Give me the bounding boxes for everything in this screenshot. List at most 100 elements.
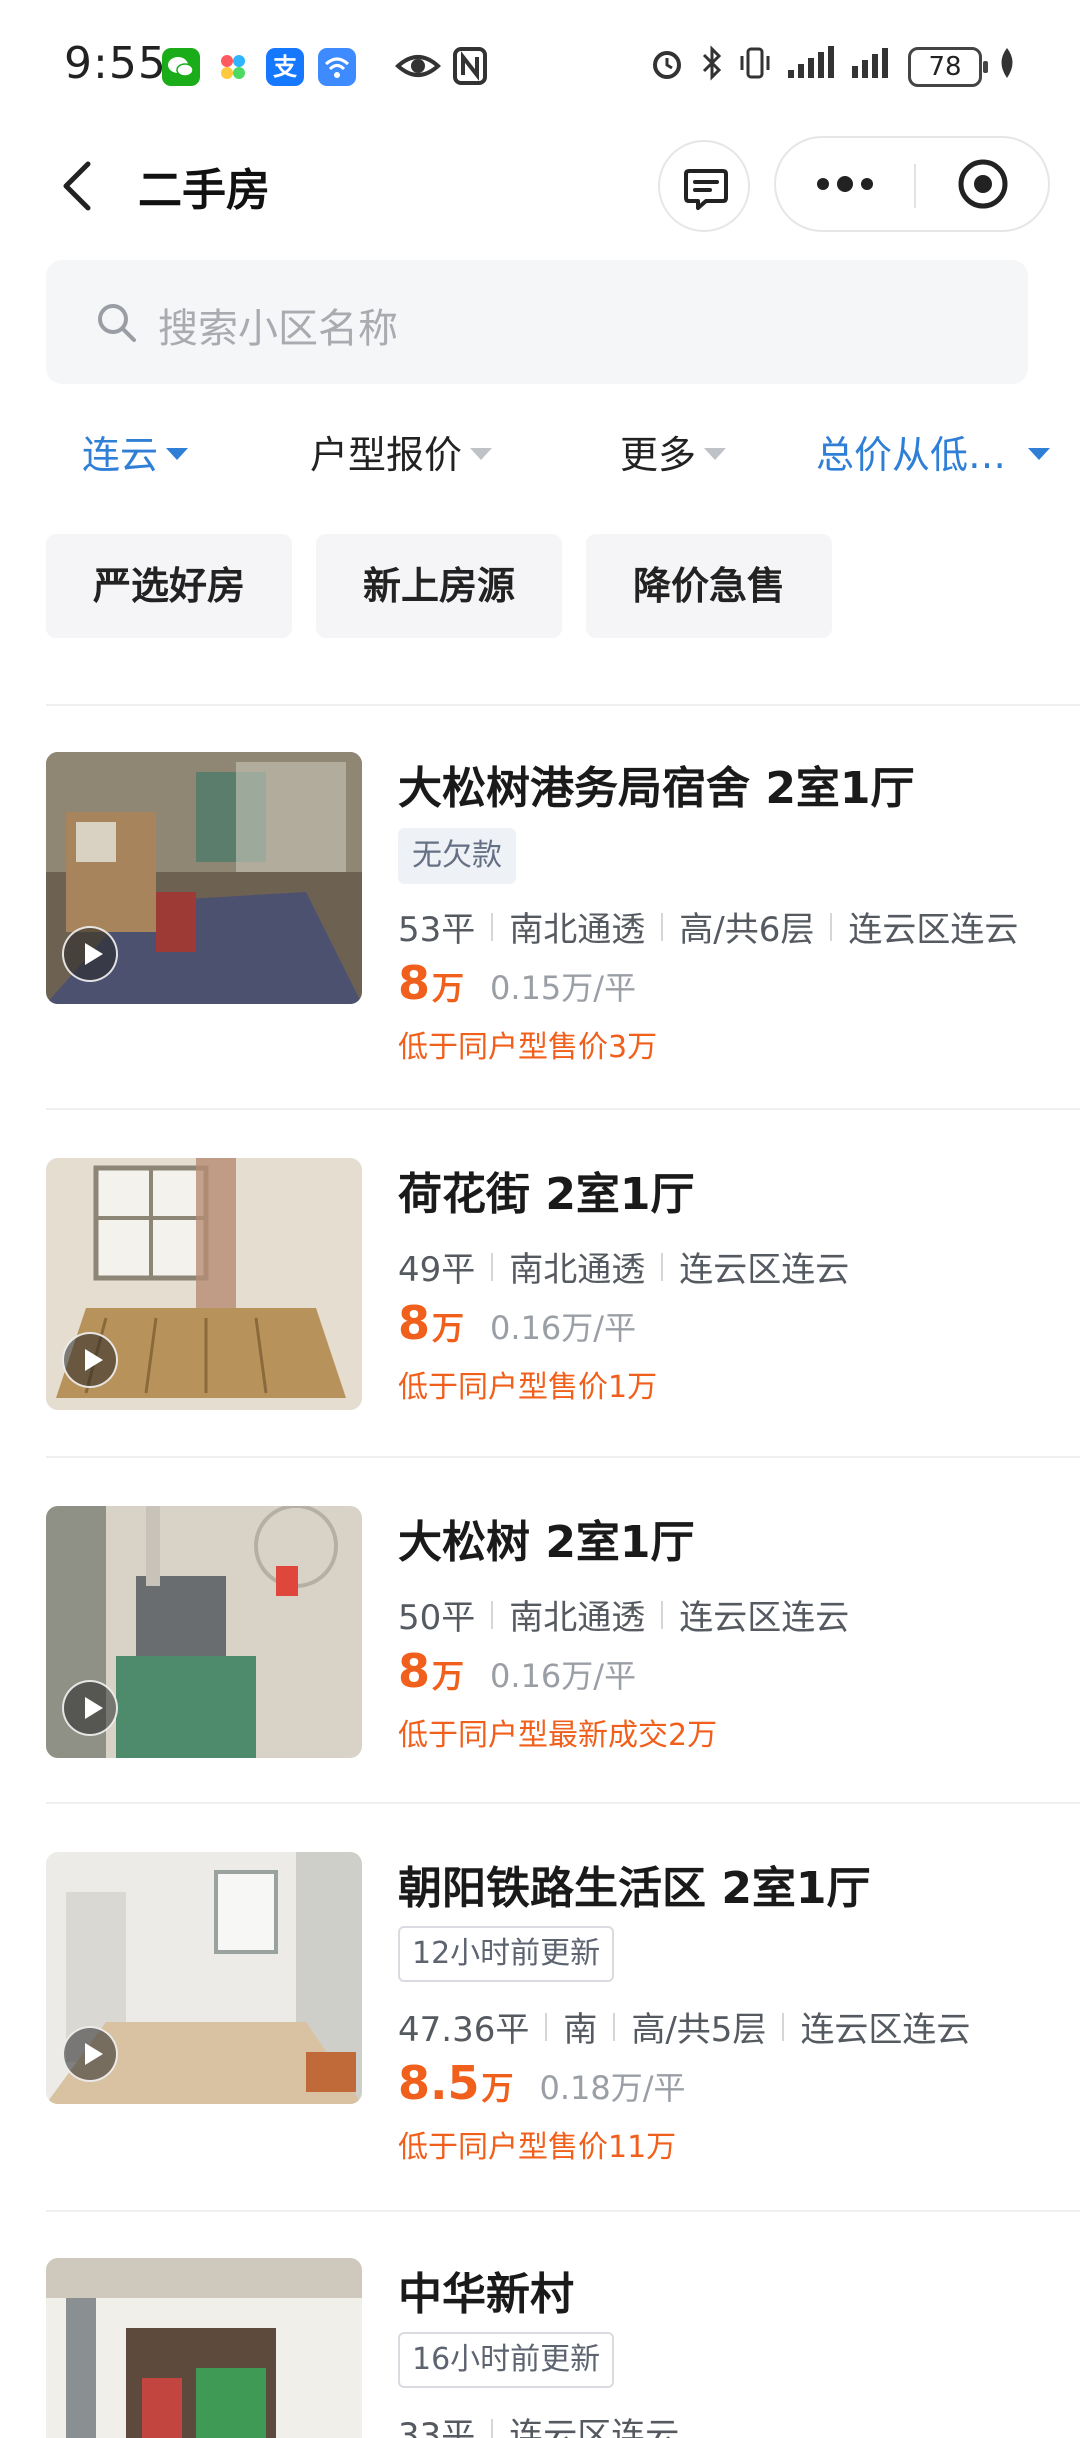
listing-location: 连云区连云	[679, 1250, 850, 1290]
price-note: 低于同户型最新成交2万	[398, 1718, 718, 1753]
price-unit: 万	[481, 2069, 514, 2107]
price-note: 低于同户型售价11万	[398, 2130, 677, 2165]
divider	[46, 1456, 1080, 1458]
page-header: 二手房	[0, 130, 1080, 240]
page-title: 二手房	[138, 165, 270, 216]
filter-tab-sort[interactable]: 总价从低…	[816, 424, 1051, 479]
listing-orientation: 南	[563, 2010, 598, 2050]
chip-new-listings[interactable]: 新上房源	[316, 534, 562, 638]
price-value: 8	[398, 956, 431, 1010]
listing-tag: 无欠款	[398, 828, 516, 884]
play-icon[interactable]	[62, 1332, 118, 1388]
price-value: 8	[398, 1644, 431, 1698]
nfc-icon	[452, 46, 488, 90]
message-icon	[684, 169, 728, 210]
listing-card[interactable]: 朝阳铁路生活区 2室1厅 12小时前更新 47.36平 南 高/共5层 连云区连…	[0, 1852, 1080, 2165]
chip-selected-homes[interactable]: 严选好房	[46, 534, 292, 638]
status-right-group: 78	[648, 44, 1018, 90]
wifi-app-icon	[318, 48, 356, 86]
listing-location: 连云区连云	[679, 1598, 850, 1638]
more-menu-button[interactable]	[776, 138, 914, 230]
listing-location: 连云区连云	[848, 910, 1019, 950]
play-icon[interactable]	[62, 926, 118, 982]
play-icon[interactable]	[62, 1680, 118, 1736]
listing-photo	[46, 1506, 362, 1758]
listing-title: 中华新村	[398, 2269, 574, 2320]
listing-meta: 49平 南北通透 连云区连云	[398, 1242, 849, 1291]
listing-area: 33平	[398, 2416, 476, 2438]
listing-meta: 50平 南北通透 连云区连云	[398, 1590, 849, 1639]
filter-tab-district[interactable]: 连云	[82, 424, 189, 479]
price-note: 低于同户型售价3万	[398, 1030, 658, 1065]
back-button[interactable]	[50, 150, 110, 220]
listing-card[interactable]: 大松树 2室1厅 50平 南北通透 连云区连云 8 万 0.16万/平 低于同户…	[0, 1506, 1080, 1766]
listing-orientation: 南北通透	[509, 1598, 646, 1638]
chevron-left-icon	[63, 161, 91, 211]
listing-orientation: 南北通透	[509, 1250, 646, 1290]
quick-filter-chips: 严选好房 新上房源 降价急售	[46, 534, 832, 638]
filter-tab-label: 总价从低…	[816, 433, 1007, 477]
unit-price: 0.18万/平	[539, 2069, 686, 2107]
listing-floor: 高/共5层	[631, 2010, 767, 2050]
message-button[interactable]	[658, 140, 750, 232]
update-time-tag: 16小时前更新	[398, 2332, 615, 2388]
price-note: 低于同户型售价1万	[398, 1370, 658, 1405]
filter-tab-label: 更多	[620, 433, 697, 477]
listing-photo	[46, 752, 362, 1004]
caret-down-icon	[704, 447, 727, 460]
battery-indicator: 78	[908, 47, 988, 87]
play-icon[interactable]	[62, 2026, 118, 2082]
price-unit: 万	[432, 1657, 465, 1695]
listing-price: 8 万 0.16万/平	[398, 1644, 636, 1698]
listing-floor: 高/共6层	[679, 910, 815, 950]
listing-location: 连云区连云	[509, 2416, 680, 2438]
divider	[46, 1802, 1080, 1804]
room-photo	[46, 2258, 362, 2438]
price-unit: 万	[432, 969, 465, 1007]
alipay-icon: 支	[266, 48, 304, 86]
divider	[46, 1108, 1080, 1110]
listing-title: 大松树 2室1厅	[398, 1517, 695, 1568]
caret-down-icon	[1028, 447, 1051, 460]
divider	[46, 2210, 1080, 2212]
listing-photo	[46, 2258, 362, 2438]
vibrate-icon	[738, 44, 772, 90]
alarm-icon	[648, 44, 686, 90]
search-input[interactable]: 搜索小区名称	[46, 260, 1028, 384]
leaf-icon	[996, 46, 1018, 88]
unit-price: 0.16万/平	[490, 1657, 637, 1695]
unit-price: 0.16万/平	[490, 1309, 637, 1347]
price-unit: 万	[432, 1309, 465, 1347]
unit-price: 0.15万/平	[490, 969, 637, 1007]
target-icon	[958, 159, 1008, 209]
filter-tab-more[interactable]: 更多	[620, 424, 727, 479]
listing-orientation: 南北通透	[509, 910, 646, 950]
listing-area: 47.36平	[398, 2010, 530, 2050]
filter-tab-label: 连云	[82, 433, 159, 477]
filter-tab-label: 户型报价	[310, 433, 463, 477]
listing-card[interactable]: 荷花街 2室1厅 49平 南北通透 连云区连云 8 万 0.16万/平 低于同户…	[0, 1158, 1080, 1418]
listing-title: 大松树港务局宿舍 2室1厅	[398, 763, 915, 814]
status-time: 9:55	[64, 38, 167, 89]
listing-photo	[46, 1158, 362, 1410]
status-bar: 9:55 支 78	[0, 0, 1080, 130]
listing-price: 8 万 0.15万/平	[398, 956, 636, 1010]
listing-area: 50平	[398, 1598, 476, 1638]
price-value: 8	[398, 1296, 431, 1350]
listing-area: 53平	[398, 910, 476, 950]
caret-down-icon	[470, 447, 493, 460]
caret-down-icon	[166, 447, 189, 460]
wechat-icon	[162, 48, 200, 86]
filter-tab-layout-price[interactable]: 户型报价	[310, 424, 493, 479]
close-miniapp-button[interactable]	[916, 138, 1050, 230]
listing-meta: 53平 南北通透 高/共6层 连云区连云	[398, 902, 1018, 951]
listing-card[interactable]: 中华新村 16小时前更新 33平 连云区连云	[0, 2258, 1080, 2438]
bluetooth-icon	[700, 44, 724, 90]
listing-title: 荷花街 2室1厅	[398, 1169, 695, 1220]
search-placeholder: 搜索小区名称	[158, 306, 398, 352]
search-icon	[98, 304, 136, 342]
chip-price-drop[interactable]: 降价急售	[586, 534, 832, 638]
listing-meta: 33平 连云区连云	[398, 2408, 679, 2438]
price-value: 8.5	[398, 2056, 480, 2110]
listing-card[interactable]: 大松树港务局宿舍 2室1厅 无欠款 53平 南北通透 高/共6层 连云区连云 8…	[0, 752, 1080, 1065]
